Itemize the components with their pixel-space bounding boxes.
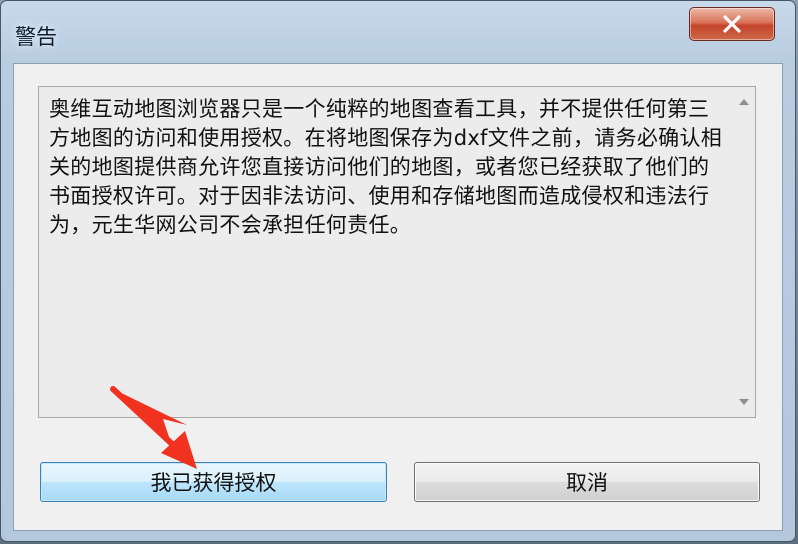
warning-message: 奥维互动地图浏览器只是一个纯粹的地图查看工具，并不提供任何第三方地图的访问和使用… <box>49 97 723 237</box>
chevron-down-icon <box>739 399 749 405</box>
close-icon <box>723 15 741 33</box>
dialog-body: 奥维互动地图浏览器只是一个纯粹的地图查看工具，并不提供任何第三方地图的访问和使用… <box>13 63 783 531</box>
close-button[interactable] <box>689 7 775 41</box>
message-textbox[interactable]: 奥维互动地图浏览器只是一个纯粹的地图查看工具，并不提供任何第三方地图的访问和使用… <box>38 86 756 418</box>
scroll-up-arrow[interactable] <box>737 95 751 109</box>
warning-dialog: 警告 奥维互动地图浏览器只是一个纯粹的地图查看工具，并不提供任何第三方地图的访问… <box>0 0 796 542</box>
dialog-title: 警告 <box>15 25 57 49</box>
confirm-authorization-button[interactable]: 我已获得授权 <box>40 462 387 502</box>
title-bar[interactable]: 警告 <box>1 1 795 63</box>
chevron-up-icon <box>739 99 749 105</box>
scroll-down-arrow[interactable] <box>737 395 751 409</box>
vertical-scrollbar[interactable] <box>733 87 755 417</box>
cancel-button[interactable]: 取消 <box>414 462 760 502</box>
